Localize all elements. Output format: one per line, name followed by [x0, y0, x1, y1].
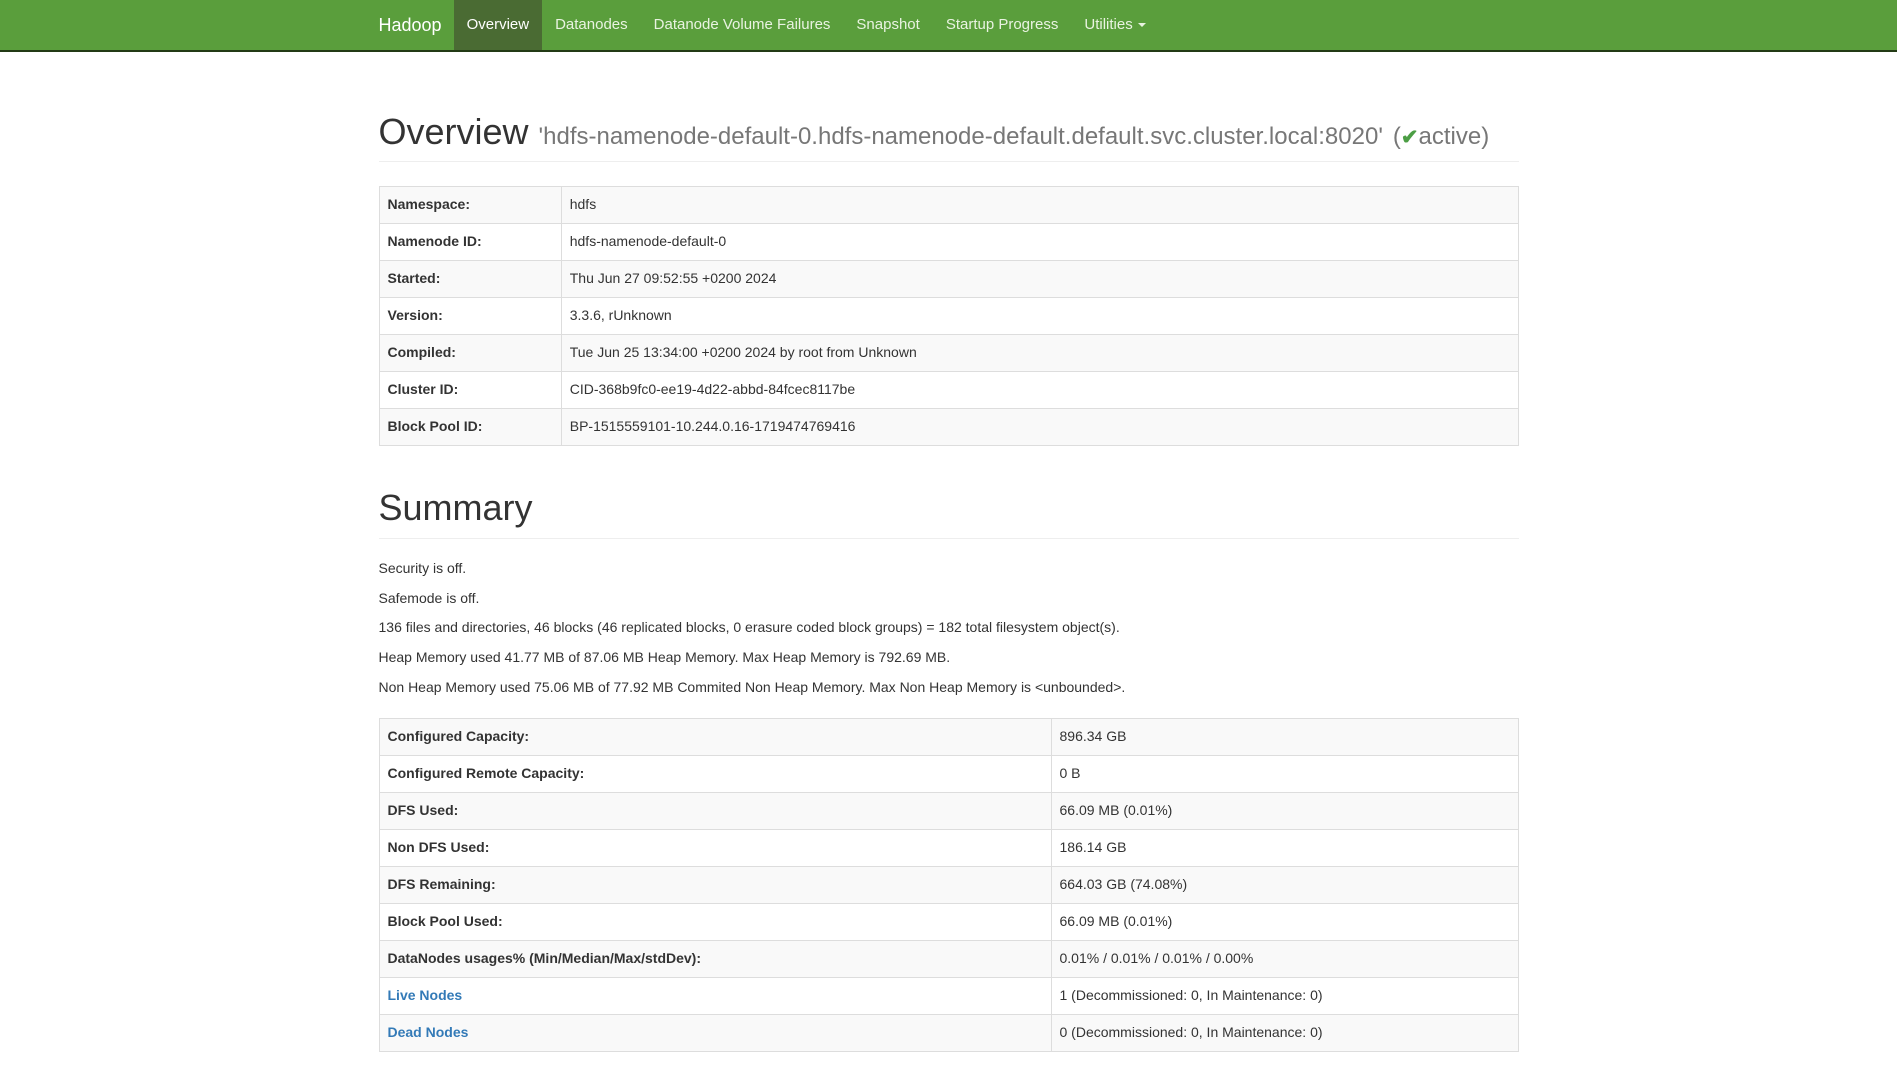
table-row-block-pool-id: Block Pool ID: BP-1515559101-10.244.0.16…	[379, 409, 1518, 446]
row-label: Compiled:	[379, 335, 561, 372]
row-label: DFS Remaining:	[379, 867, 1051, 904]
row-label: Dead Nodes	[379, 1015, 1051, 1052]
status-label: active	[1419, 123, 1482, 150]
row-value: 0 (Decommissioned: 0, In Maintenance: 0)	[1051, 1015, 1518, 1052]
summary-paragraphs: Security is off. Safemode is off. 136 fi…	[379, 559, 1519, 699]
row-label: Configured Remote Capacity:	[379, 756, 1051, 793]
table-row-dead-nodes: Dead Nodes 0 (Decommissioned: 0, In Main…	[379, 1015, 1518, 1052]
table-row-non-dfs-used: Non DFS Used: 186.14 GB	[379, 830, 1518, 867]
heap-memory-text: Heap Memory used 41.77 MB of 87.06 MB He…	[379, 648, 1519, 668]
row-label: Namespace:	[379, 187, 561, 224]
table-row-configured-capacity: Configured Capacity: 896.34 GB	[379, 719, 1518, 756]
status-paren-close: )	[1481, 123, 1489, 150]
page-title: Overview 'hdfs-namenode-default-0.hdfs-n…	[379, 112, 1519, 152]
filesystem-objects-text: 136 files and directories, 46 blocks (46…	[379, 618, 1519, 638]
row-label: Configured Capacity:	[379, 719, 1051, 756]
row-label: Block Pool Used:	[379, 904, 1051, 941]
tab-snapshot[interactable]: Snapshot	[843, 0, 932, 50]
namenode-host-subtitle: 'hdfs-namenode-default-0.hdfs-namenode-d…	[539, 123, 1383, 150]
row-value: 186.14 GB	[1051, 830, 1518, 867]
row-label: Live Nodes	[379, 978, 1051, 1015]
security-status-text: Security is off.	[379, 559, 1519, 579]
table-row-namenode-id: Namenode ID: hdfs-namenode-default-0	[379, 224, 1518, 261]
row-label: Namenode ID:	[379, 224, 561, 261]
tab-datanode-volume-failures[interactable]: Datanode Volume Failures	[641, 0, 844, 50]
row-value: BP-1515559101-10.244.0.16-1719474769416	[561, 409, 1518, 446]
navbar-container: Hadoop Overview Datanodes Datanode Volum…	[364, 0, 1534, 50]
tab-overview[interactable]: Overview	[454, 0, 543, 50]
row-value: CID-368b9fc0-ee19-4d22-abbd-84fcec8117be	[561, 372, 1518, 409]
row-value: 896.34 GB	[1051, 719, 1518, 756]
row-label: Version:	[379, 298, 561, 335]
row-value: 3.3.6, rUnknown	[561, 298, 1518, 335]
row-value: Thu Jun 27 09:52:55 +0200 2024	[561, 261, 1518, 298]
table-row-compiled: Compiled: Tue Jun 25 13:34:00 +0200 2024…	[379, 335, 1518, 372]
nav-menu: Overview Datanodes Datanode Volume Failu…	[454, 0, 1159, 50]
overview-page-header: Overview 'hdfs-namenode-default-0.hdfs-n…	[379, 112, 1519, 162]
dropdown-utilities-label: Utilities	[1084, 16, 1132, 33]
page-title-text: Overview	[379, 111, 529, 152]
row-label: Block Pool ID:	[379, 409, 561, 446]
table-row-namespace: Namespace: hdfs	[379, 187, 1518, 224]
row-value: 664.03 GB (74.08%)	[1051, 867, 1518, 904]
row-label: Cluster ID:	[379, 372, 561, 409]
dead-nodes-link[interactable]: Dead Nodes	[388, 1024, 469, 1040]
caret-down-icon	[1138, 23, 1146, 27]
dropdown-utilities[interactable]: Utilities	[1071, 0, 1158, 50]
row-value: hdfs-namenode-default-0	[561, 224, 1518, 261]
brand-hadoop[interactable]: Hadoop	[379, 0, 454, 50]
row-value: hdfs	[561, 187, 1518, 224]
table-row-configured-remote-capacity: Configured Remote Capacity: 0 B	[379, 756, 1518, 793]
row-value: 1 (Decommissioned: 0, In Maintenance: 0)	[1051, 978, 1518, 1015]
status-paren-open: (	[1393, 123, 1401, 150]
row-value: 0 B	[1051, 756, 1518, 793]
table-row-cluster-id: Cluster ID: CID-368b9fc0-ee19-4d22-abbd-…	[379, 372, 1518, 409]
tab-datanodes[interactable]: Datanodes	[542, 0, 641, 50]
table-row-dfs-remaining: DFS Remaining: 664.03 GB (74.08%)	[379, 867, 1518, 904]
namenode-status: (✔active)	[1393, 123, 1489, 150]
row-label: Started:	[379, 261, 561, 298]
row-value: Tue Jun 25 13:34:00 +0200 2024 by root f…	[561, 335, 1518, 372]
summary-page-header: Summary	[379, 488, 1519, 538]
table-row-live-nodes: Live Nodes 1 (Decommissioned: 0, In Main…	[379, 978, 1518, 1015]
table-row-started: Started: Thu Jun 27 09:52:55 +0200 2024	[379, 261, 1518, 298]
table-row-version: Version: 3.3.6, rUnknown	[379, 298, 1518, 335]
live-nodes-link[interactable]: Live Nodes	[388, 987, 463, 1003]
row-label: Non DFS Used:	[379, 830, 1051, 867]
table-row-dfs-used: DFS Used: 66.09 MB (0.01%)	[379, 793, 1518, 830]
check-icon: ✔	[1401, 126, 1419, 149]
safemode-status-text: Safemode is off.	[379, 589, 1519, 609]
summary-table: Configured Capacity: 896.34 GB Configure…	[379, 718, 1519, 1052]
namenode-info-table: Namespace: hdfs Namenode ID: hdfs-nameno…	[379, 186, 1519, 446]
tab-startup-progress[interactable]: Startup Progress	[933, 0, 1072, 50]
row-value: 66.09 MB (0.01%)	[1051, 793, 1518, 830]
main-content: Overview 'hdfs-namenode-default-0.hdfs-n…	[364, 112, 1534, 1052]
row-value: 0.01% / 0.01% / 0.01% / 0.00%	[1051, 941, 1518, 978]
row-label: DFS Used:	[379, 793, 1051, 830]
navbar: Hadoop Overview Datanodes Datanode Volum…	[0, 0, 1897, 52]
table-row-datanode-usages: DataNodes usages% (Min/Median/Max/stdDev…	[379, 941, 1518, 978]
row-value: 66.09 MB (0.01%)	[1051, 904, 1518, 941]
summary-title: Summary	[379, 488, 1519, 528]
non-heap-memory-text: Non Heap Memory used 75.06 MB of 77.92 M…	[379, 678, 1519, 698]
row-label: DataNodes usages% (Min/Median/Max/stdDev…	[379, 941, 1051, 978]
table-row-block-pool-used: Block Pool Used: 66.09 MB (0.01%)	[379, 904, 1518, 941]
